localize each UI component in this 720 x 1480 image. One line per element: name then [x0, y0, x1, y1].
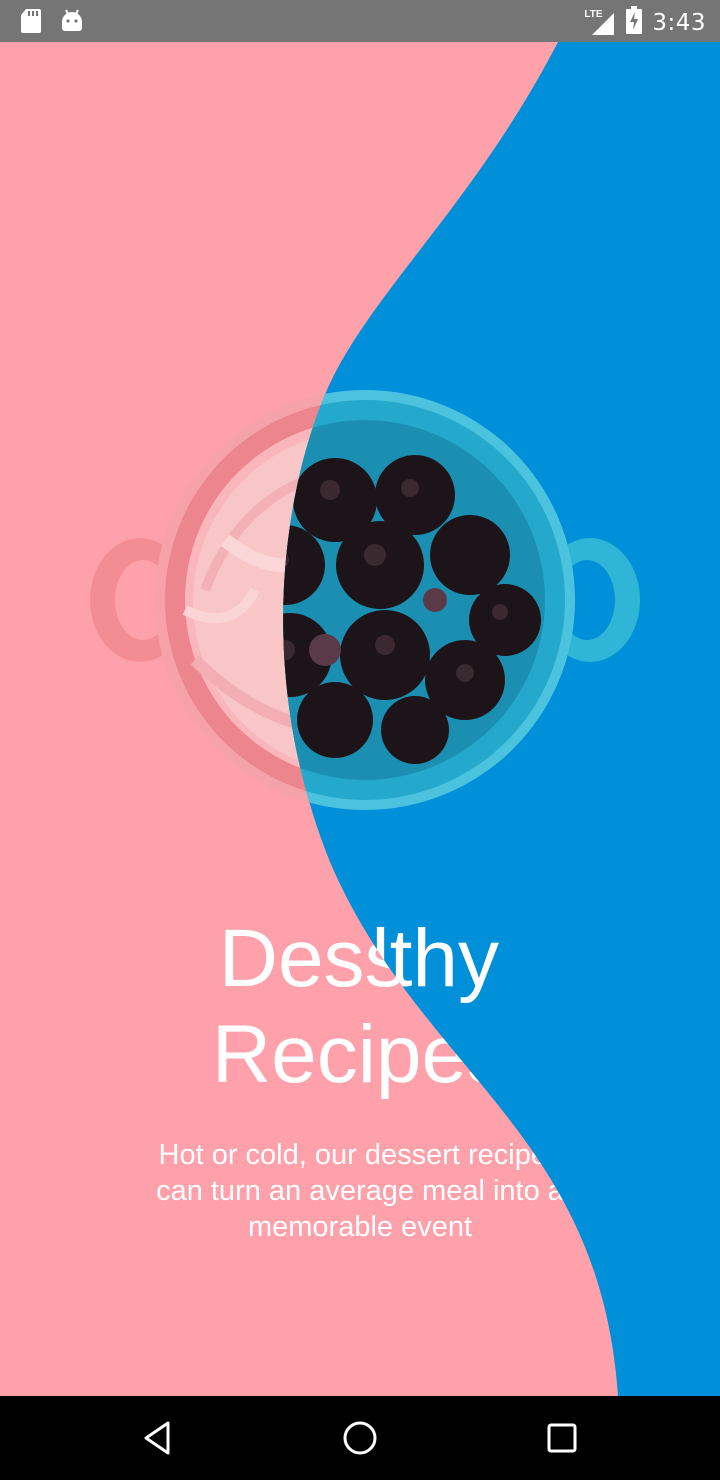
navigation-bar	[0, 1396, 720, 1480]
status-time: 3:43	[652, 9, 706, 36]
back-icon[interactable]	[138, 1418, 178, 1458]
battery-charging-icon	[626, 6, 643, 39]
recents-icon[interactable]	[542, 1418, 582, 1458]
status-bar: LTE 3:43	[0, 0, 720, 42]
sd-card-icon	[20, 8, 42, 39]
android-debug-icon	[60, 8, 84, 39]
home-icon[interactable]	[340, 1418, 380, 1458]
dessert-description: Hot or cold, our dessert recipes can tur…	[156, 1139, 564, 1243]
onboarding-pager[interactable]: Dessert Recipes Hot or cold, our dessert…	[0, 42, 720, 1396]
lte-signal-icon: LTE	[584, 9, 616, 37]
